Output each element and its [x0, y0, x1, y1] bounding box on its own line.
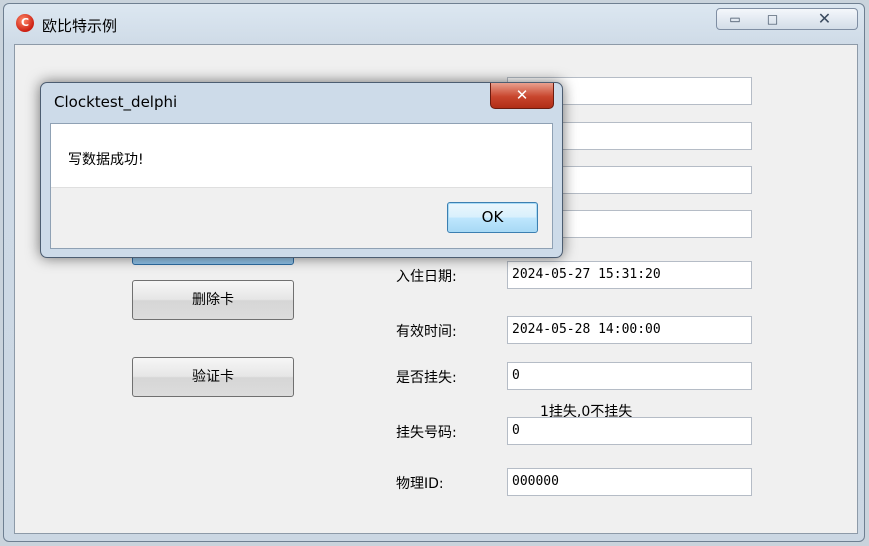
delete-card-button[interactable]: 删除卡 — [132, 280, 294, 320]
lost-number-label: 挂失号码: — [396, 425, 457, 441]
ok-button[interactable]: OK — [447, 202, 538, 233]
dialog-title: Clocktest_delphi — [54, 93, 178, 111]
physical-id-label: 物理ID: — [396, 476, 444, 492]
maximize-button[interactable]: □ — [753, 8, 793, 30]
checkin-date-label: 入住日期: — [396, 269, 457, 285]
minimize-button[interactable]: ▭ — [716, 8, 754, 30]
title-bar[interactable]: C 欧比特示例 ▭ □ ✕ — [4, 4, 864, 42]
dialog-footer: OK — [51, 187, 552, 248]
app-logo-icon: C — [16, 14, 34, 32]
lost-number-field[interactable]: 0 — [507, 417, 752, 445]
dialog-close-button[interactable]: ✕ — [490, 83, 554, 109]
valid-time-field[interactable]: 2024-05-28 14:00:00 — [507, 316, 752, 344]
dialog-message: 写数据成功! — [68, 152, 144, 168]
physical-id-field[interactable]: 000000 — [507, 468, 752, 496]
close-button[interactable]: ✕ — [792, 8, 858, 30]
dialog-body: 写数据成功! OK — [50, 123, 553, 249]
is-lost-label: 是否挂失: — [396, 370, 457, 386]
verify-card-button[interactable]: 验证卡 — [132, 357, 294, 397]
checkin-date-field[interactable]: 2024-05-27 15:31:20 — [507, 261, 752, 289]
message-dialog: Clocktest_delphi ✕ 写数据成功! OK — [40, 82, 563, 258]
is-lost-field[interactable]: 0 — [507, 362, 752, 390]
valid-time-label: 有效时间: — [396, 324, 457, 340]
window-title: 欧比特示例 — [42, 17, 118, 35]
